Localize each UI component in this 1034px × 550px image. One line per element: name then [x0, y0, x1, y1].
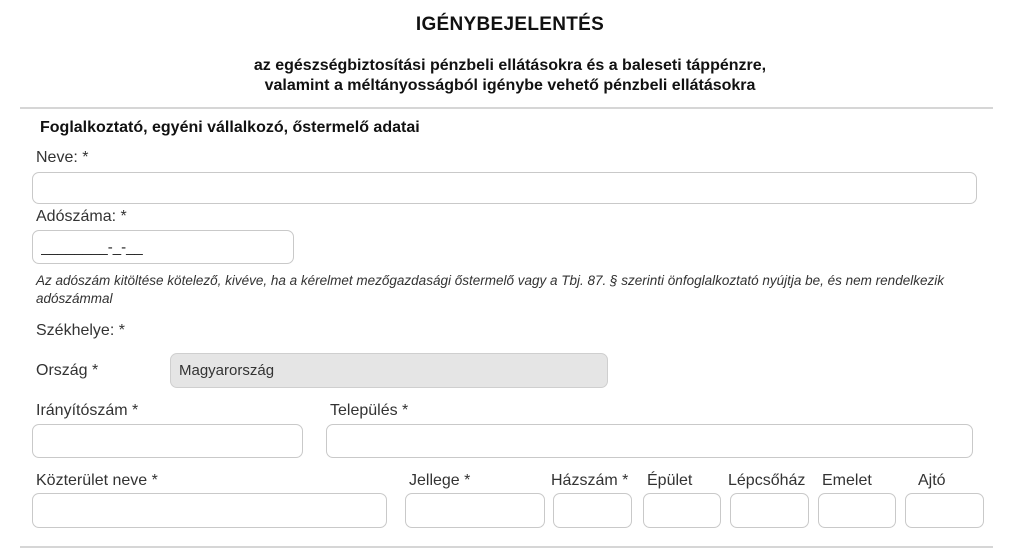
divider-bottom [20, 546, 993, 548]
house-number-input[interactable] [553, 493, 632, 528]
staircase-label: Lépcsőház [728, 472, 806, 489]
house-number-label: Házszám * [551, 472, 629, 489]
form-subtitle-line-1: az egészségbiztosítási pénzbeli ellátáso… [253, 57, 767, 74]
floor-input[interactable] [818, 493, 896, 528]
street-type-input[interactable] [405, 493, 545, 528]
building-label: Épület [647, 472, 693, 489]
door-input[interactable] [905, 493, 984, 528]
staircase-input[interactable] [730, 493, 809, 528]
name-input[interactable] [32, 172, 977, 204]
street-label: Közterület neve * [36, 472, 158, 489]
divider-top [20, 107, 993, 109]
city-label: Település * [330, 402, 409, 419]
tax-number-label: Adószáma: * [36, 208, 127, 225]
tax-number-input[interactable] [32, 230, 294, 264]
door-label: Ajtó [918, 472, 946, 489]
zip-input[interactable] [32, 424, 303, 458]
city-input[interactable] [326, 424, 973, 458]
zip-label: Irányítószám * [36, 402, 139, 419]
building-input[interactable] [643, 493, 721, 528]
seat-label: Székhelye: * [36, 322, 125, 339]
form-title: IGÉNYBEJELENTÉS [415, 14, 605, 35]
form-subtitle-line-2: valamint a méltányosságból igénybe vehet… [264, 77, 756, 94]
country-label: Ország * [36, 362, 99, 379]
country-input [170, 353, 608, 388]
floor-label: Emelet [822, 472, 872, 489]
street-input[interactable] [32, 493, 387, 528]
tax-number-note: Az adószám kitöltése kötelező, kivéve, h… [36, 273, 944, 306]
street-type-label: Jellege * [409, 472, 471, 489]
form-subtitle: az egészségbiztosítási pénzbeli ellátáso… [0, 56, 1020, 96]
section-title-employer: Foglalkoztató, egyéni vállalkozó, ősterm… [40, 119, 420, 136]
name-label: Neve: * [36, 149, 89, 166]
